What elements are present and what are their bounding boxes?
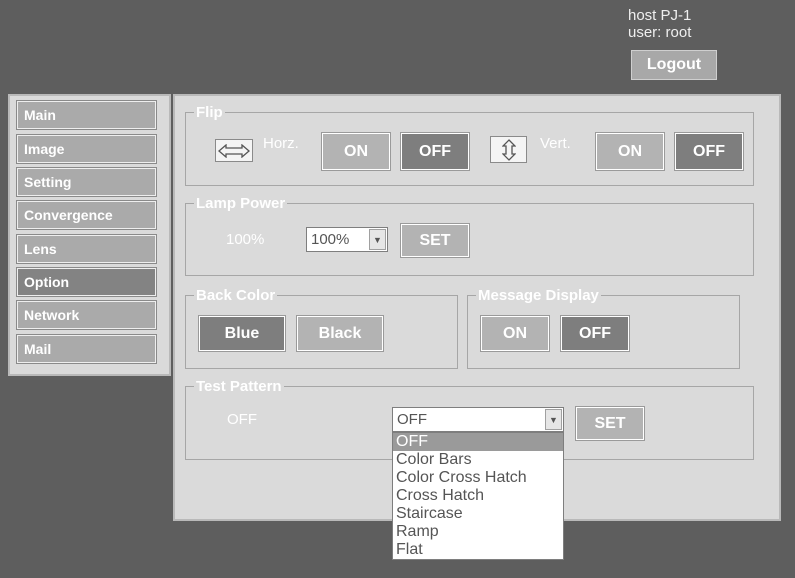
host-name: host PJ-1 [628, 7, 692, 24]
sidebar-item-main[interactable]: Main [16, 100, 157, 130]
sidebar-item-image[interactable]: Image [16, 134, 157, 164]
dropdown-option[interactable]: Ramp [393, 523, 563, 541]
sidebar-item-mail[interactable]: Mail [16, 334, 157, 364]
back-color-legend: Back Color [196, 287, 276, 304]
dropdown-option[interactable]: Color Cross Hatch [393, 469, 563, 487]
test-pattern-dropdown-list: OFF Color Bars Color Cross Hatch Cross H… [392, 432, 564, 560]
test-pattern-current: OFF [227, 411, 257, 428]
test-pattern-selected: OFF [397, 411, 427, 428]
test-pattern-set-button[interactable]: SET [575, 406, 645, 441]
host-info: host PJ-1 user: root [628, 7, 691, 41]
lamp-power-legend: Lamp Power [196, 195, 286, 212]
sidebar-item-network[interactable]: Network [16, 300, 157, 330]
back-color-blue-button[interactable]: Blue [198, 315, 286, 352]
horizontal-arrow-icon [215, 139, 253, 162]
horz-label: Horz. [263, 135, 299, 152]
horz-off-button[interactable]: OFF [400, 132, 470, 171]
user-name: user: root [628, 24, 692, 41]
dropdown-option[interactable]: Staircase [393, 505, 563, 523]
test-pattern-select[interactable]: OFF ▼ [392, 407, 564, 432]
dropdown-option[interactable]: Flat [393, 541, 563, 559]
lamp-power-set-button[interactable]: SET [400, 223, 470, 258]
lamp-power-selected: 100% [311, 231, 350, 248]
lamp-power-group: Lamp Power [185, 195, 754, 276]
vert-label: Vert. [540, 135, 571, 152]
lamp-power-current: 100% [226, 231, 265, 248]
back-color-black-button[interactable]: Black [296, 315, 384, 352]
message-display-on-button[interactable]: ON [480, 315, 550, 352]
vertical-arrow-icon [490, 136, 527, 163]
dropdown-option[interactable]: Cross Hatch [393, 487, 563, 505]
dropdown-arrow-icon[interactable]: ▼ [369, 229, 386, 250]
sidebar-item-lens[interactable]: Lens [16, 234, 157, 264]
message-display-off-button[interactable]: OFF [560, 315, 630, 352]
sidebar-item-setting[interactable]: Setting [16, 167, 157, 197]
flip-legend: Flip [196, 104, 223, 121]
dropdown-arrow-icon[interactable]: ▼ [545, 409, 562, 430]
dropdown-option[interactable]: Color Bars [393, 451, 563, 469]
logout-button[interactable]: Logout [631, 50, 717, 80]
lamp-power-select[interactable]: 100% ▼ [306, 227, 388, 252]
horz-on-button[interactable]: ON [321, 132, 391, 171]
vert-off-button[interactable]: OFF [674, 132, 744, 171]
test-pattern-legend: Test Pattern [196, 378, 282, 395]
dropdown-option[interactable]: OFF [393, 433, 563, 451]
sidebar-item-convergence[interactable]: Convergence [16, 200, 157, 230]
sidebar-item-option[interactable]: Option [16, 267, 157, 297]
vert-on-button[interactable]: ON [595, 132, 665, 171]
message-display-legend: Message Display [478, 287, 599, 304]
